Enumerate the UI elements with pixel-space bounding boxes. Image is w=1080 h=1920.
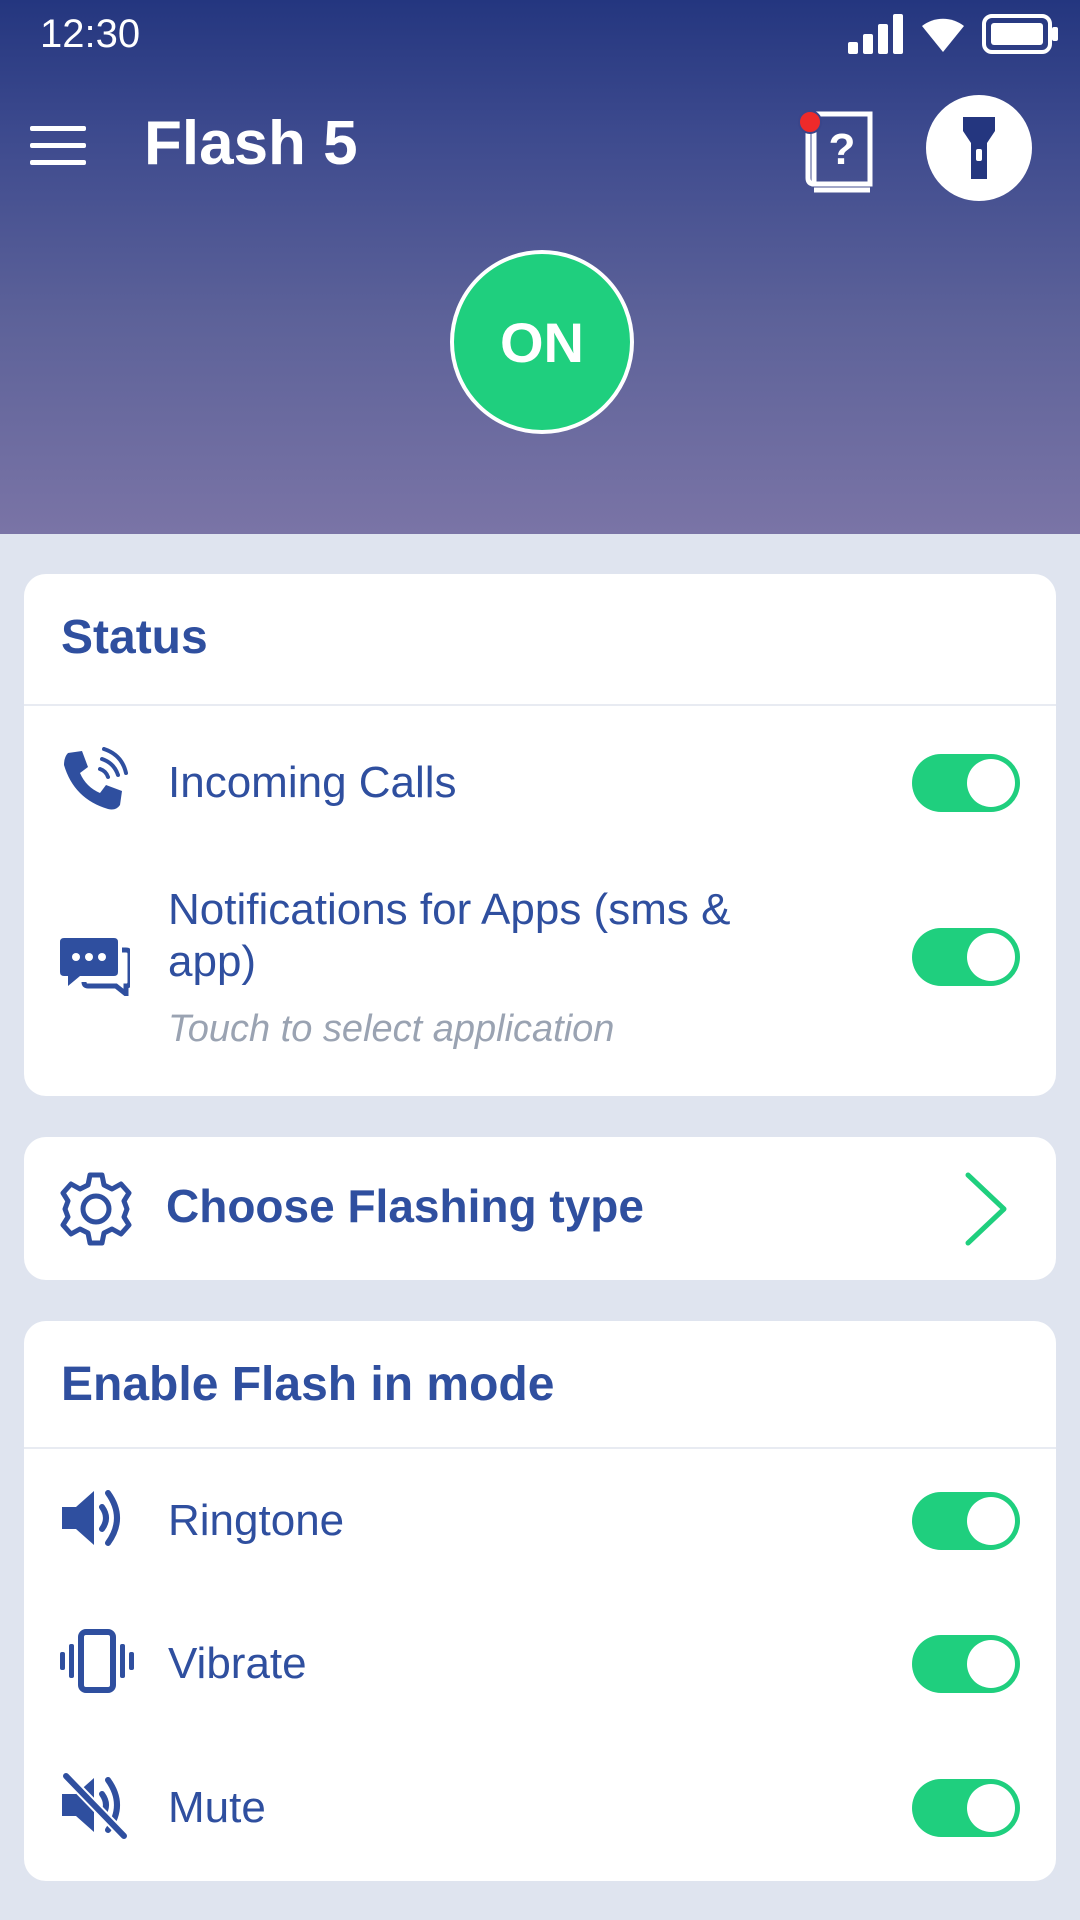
notifications-label-line2: app) xyxy=(168,937,257,986)
mode-item-label: Ringtone xyxy=(168,1496,345,1545)
power-toggle-button[interactable]: ON xyxy=(450,250,634,434)
battery-icon xyxy=(982,14,1058,54)
notifications-toggle[interactable] xyxy=(912,928,1020,986)
mode-item-mute[interactable]: Mute xyxy=(24,1758,1056,1858)
phone-call-icon xyxy=(64,747,128,810)
notifications-hint: Touch to select application xyxy=(168,1008,615,1050)
page-title: Flash 5 xyxy=(144,109,358,178)
choose-flashing-type-label: Choose Flashing type xyxy=(166,1180,644,1232)
status-bar: 12:30 xyxy=(0,0,1080,72)
mode-item-ringtone[interactable]: Ringtone xyxy=(24,1471,1056,1571)
gear-icon xyxy=(60,1172,132,1246)
notifications-row[interactable]: Notifications for Apps (sms & app) Touch… xyxy=(24,884,1056,1084)
mode-item-vibrate[interactable]: Vibrate xyxy=(24,1614,1056,1714)
status-card: Status Incoming Calls Notifications for … xyxy=(24,574,1056,1096)
notifications-label-line1: Notifications for Apps (sms & xyxy=(168,885,731,934)
choose-flashing-type-card[interactable]: Choose Flashing type xyxy=(24,1137,1056,1280)
vibrate-icon xyxy=(60,1629,134,1693)
status-icons xyxy=(848,14,1060,54)
flash-mode-card: Enable Flash in mode Ringtone Vibrate Mu… xyxy=(24,1321,1056,1881)
incoming-calls-toggle[interactable] xyxy=(912,754,1020,812)
wifi-icon xyxy=(922,18,964,52)
flash-mode-card-title: Enable Flash in mode xyxy=(61,1358,555,1411)
vibrate-toggle[interactable] xyxy=(912,1635,1020,1693)
menu-button[interactable] xyxy=(30,126,86,166)
ringtone-toggle[interactable] xyxy=(912,1492,1020,1550)
mode-item-label: Vibrate xyxy=(168,1639,307,1688)
incoming-calls-row[interactable]: Incoming Calls xyxy=(24,739,1056,839)
chat-icon xyxy=(60,938,130,996)
app-bar: Flash 5 ? xyxy=(0,90,1080,201)
svg-text:?: ? xyxy=(829,125,856,174)
speaker-icon xyxy=(62,1490,120,1546)
status-time: 12:30 xyxy=(40,12,141,56)
menu-icon xyxy=(30,126,86,131)
status-card-title: Status xyxy=(61,611,208,664)
flashlight-icon xyxy=(963,117,995,179)
mute-toggle[interactable] xyxy=(912,1779,1020,1837)
incoming-calls-label: Incoming Calls xyxy=(168,758,457,807)
mute-icon xyxy=(61,1772,128,1840)
chevron-right-icon xyxy=(965,1172,1007,1246)
notification-dot xyxy=(798,110,822,134)
signal-icon xyxy=(848,14,903,54)
divider xyxy=(24,1447,1056,1449)
app-header: 12:30 Flash 5 ? ON xyxy=(0,0,1080,534)
mode-item-label: Mute xyxy=(168,1783,266,1832)
flashlight-button[interactable] xyxy=(926,95,1032,201)
divider xyxy=(24,704,1056,706)
help-button[interactable]: ? xyxy=(798,108,880,198)
